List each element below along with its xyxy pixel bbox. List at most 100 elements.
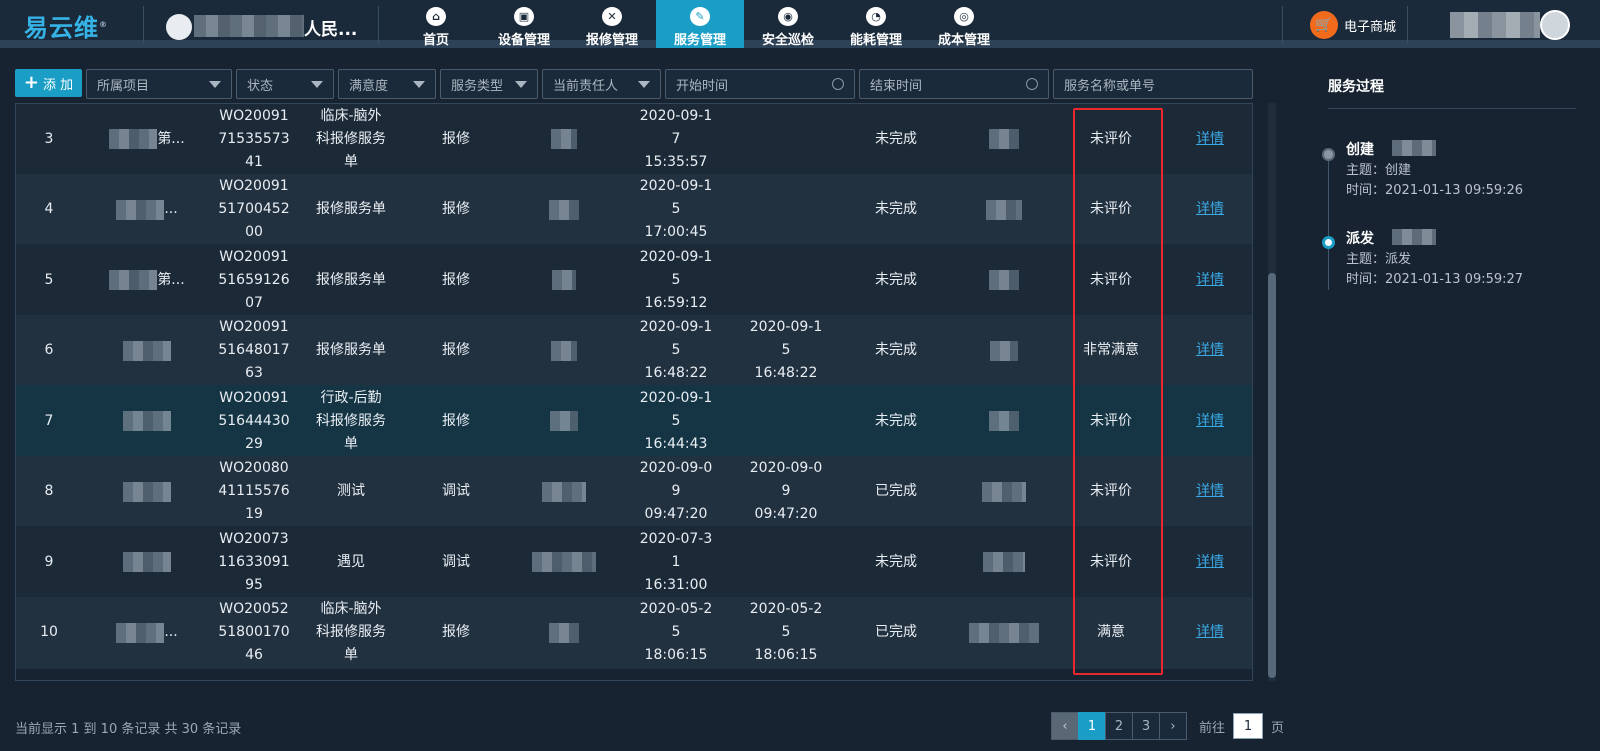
name-cell: 报修服务单 [316,342,386,358]
type-cell: 报修 [442,342,470,358]
divider [1328,108,1576,109]
add-button[interactable]: + 添 加 [15,69,82,97]
divider [143,6,144,44]
satisfaction-select[interactable]: 满意度 [338,69,436,99]
step-dispatch-subject: 主题：派发 [1346,252,1412,267]
search-input[interactable]: 服务名称或单号 [1053,69,1253,99]
order-no-cell: WO20091 51659126 07 [218,248,290,311]
type-cell: 报修 [442,412,470,429]
end-cell: 2020-09-1 5 16:48:22 [749,319,823,381]
end-time-picker[interactable]: 结束时间 [859,69,1049,99]
chevron-down-icon [209,81,221,88]
project-cell [82,315,212,387]
name-cell: 报修服务单 [316,271,386,288]
status-cell: 未完成 [875,271,917,288]
assignee-cell [506,104,621,175]
handler-redacted [988,129,1019,149]
detail-link[interactable]: 详情 [1196,269,1224,292]
handler-cell [951,244,1056,316]
name-cell: 遇见 [337,553,365,570]
nav-item-label: 报修管理 [585,33,638,48]
project-cell [82,526,212,598]
nav-item-1[interactable]: ▣ 设备管理 [480,0,568,48]
handler-redacted [982,552,1025,572]
table-row[interactable]: 6 WO20091 51648017 63 报修服务单 报修 2020-09-1 5 16:48… [16,314,1252,387]
service-type-select[interactable]: 服务类型 [440,69,538,99]
assignee-cell [506,315,621,387]
start-cell: 2020-09-1 5 16:48:22 [639,319,713,381]
edit-icon: ✎ [690,7,710,26]
nav-item-label: 首页 [422,33,449,48]
end-cell: 2020-05-2 5 18:06:15 [749,601,823,663]
handler-cell [951,174,1056,246]
prev-page-button[interactable]: ‹ [1051,712,1079,740]
project-cell [82,456,212,528]
divider [1407,6,1408,44]
status-cell: 未完成 [875,342,917,358]
project-suffix: 第... [157,271,185,288]
goto-page-input[interactable] [1233,713,1264,739]
end-cell [731,385,841,457]
detail-link[interactable]: 详情 [1196,198,1224,221]
next-page-button[interactable]: › [1159,712,1187,740]
brand-logo[interactable]: 易云维® [24,8,108,43]
table-row[interactable]: 9 WO20073 11633091 95 遇见 调试 2020-07-3 1 16:31:00… [16,526,1252,598]
step-create-title: 创建 [1346,142,1374,158]
detail-link[interactable]: 详情 [1196,128,1224,151]
table-row[interactable]: 7 WO20091 51644430 29 行政-后勤 科报修服务单 报修 2020-09-1… [16,385,1252,457]
table-scrollbar[interactable] [1268,103,1276,681]
assignee-redacted [549,411,578,431]
project-select[interactable]: 所属项目 [86,69,232,99]
table-row[interactable]: 8 WO20080 41115576 19 测试 调试 2020-09-0 9 09:47:20… [16,455,1252,528]
detail-link[interactable]: 详情 [1196,339,1224,362]
nav-item-0[interactable]: ⌂ 首页 [392,0,480,48]
table-row[interactable]: 10... WO20052 51800170 46 临床-脑外 科报修服务单 报修 2020-… [16,596,1252,669]
detail-cell: 详情 [1166,244,1252,316]
assignee-select[interactable]: 当前责任人 [542,69,661,99]
order-no-cell: WO20091 51700452 00 [218,178,290,240]
repair-tools-icon: ✕ [602,7,622,26]
project-redacted [123,552,171,572]
order-no-cell: WO20052 51800170 46 [218,601,290,663]
detail-cell: 详情 [1166,456,1252,528]
assignee-cell [506,526,621,598]
no-cell: 5 [44,271,54,288]
start-cell: 2020-09-1 5 17:00:45 [639,178,713,240]
nav-item-6[interactable]: ◎ 成本管理 [920,0,1008,48]
nav-item-3[interactable]: ✎ 服务管理 [656,0,744,48]
order-no-cell: WO20091 51644430 29 [218,389,290,452]
assignee-redacted [550,129,577,149]
page-1-button[interactable]: 1 [1078,712,1106,740]
timeline-dot-icon [1322,148,1335,161]
table-row[interactable]: 4... WO20091 51700452 00 报修服务单 报修 2020-09-1 5 17… [16,173,1252,246]
detail-link[interactable]: 详情 [1196,621,1224,644]
chevron-down-icon [515,81,527,88]
nav-item-4[interactable]: ◉ 安全巡检 [744,0,832,48]
user-avatar[interactable] [1540,10,1570,40]
table-row[interactable]: 3 第... WO20091 71535573 41 临床-脑外 科报修服务单 报修 2020-… [16,104,1252,175]
org-name: 人民... [304,20,358,40]
start-cell: 2020-07-3 1 16:31:00 [639,530,713,593]
e-mall-link[interactable]: 🛒 电子商城 [1310,10,1396,40]
detail-link[interactable]: 详情 [1196,410,1224,433]
step-dispatch-title: 派发 [1346,231,1374,247]
nav-item-5[interactable]: ◔ 能耗管理 [832,0,920,48]
start-cell: 2020-09-1 5 16:44:43 [639,389,713,452]
detail-link[interactable]: 详情 [1196,480,1224,503]
status-cell: 未完成 [875,412,917,429]
pagination: ‹ 1 2 3 › 前往 页 [1051,712,1285,740]
table-row[interactable]: 5 第... WO20091 51659126 07 报修服务单 报修 2020-09-1 5 1… [16,244,1252,316]
goto-suffix: 页 [1271,720,1285,736]
page-2-button[interactable]: 2 [1105,712,1133,740]
status-select[interactable]: 状态 [236,69,334,99]
detail-link[interactable]: 详情 [1196,551,1224,574]
scrollbar-thumb[interactable] [1268,273,1276,678]
assignee-cell [506,244,621,316]
assignee-redacted [541,481,586,502]
start-time-picker[interactable]: 开始时间 [665,69,855,99]
nav-item-2[interactable]: ✕ 报修管理 [568,0,656,48]
page-3-button[interactable]: 3 [1132,712,1160,740]
rating-cell: 非常满意 [1083,342,1139,358]
project-redacted [123,481,171,502]
status-cell: 未完成 [875,553,917,570]
